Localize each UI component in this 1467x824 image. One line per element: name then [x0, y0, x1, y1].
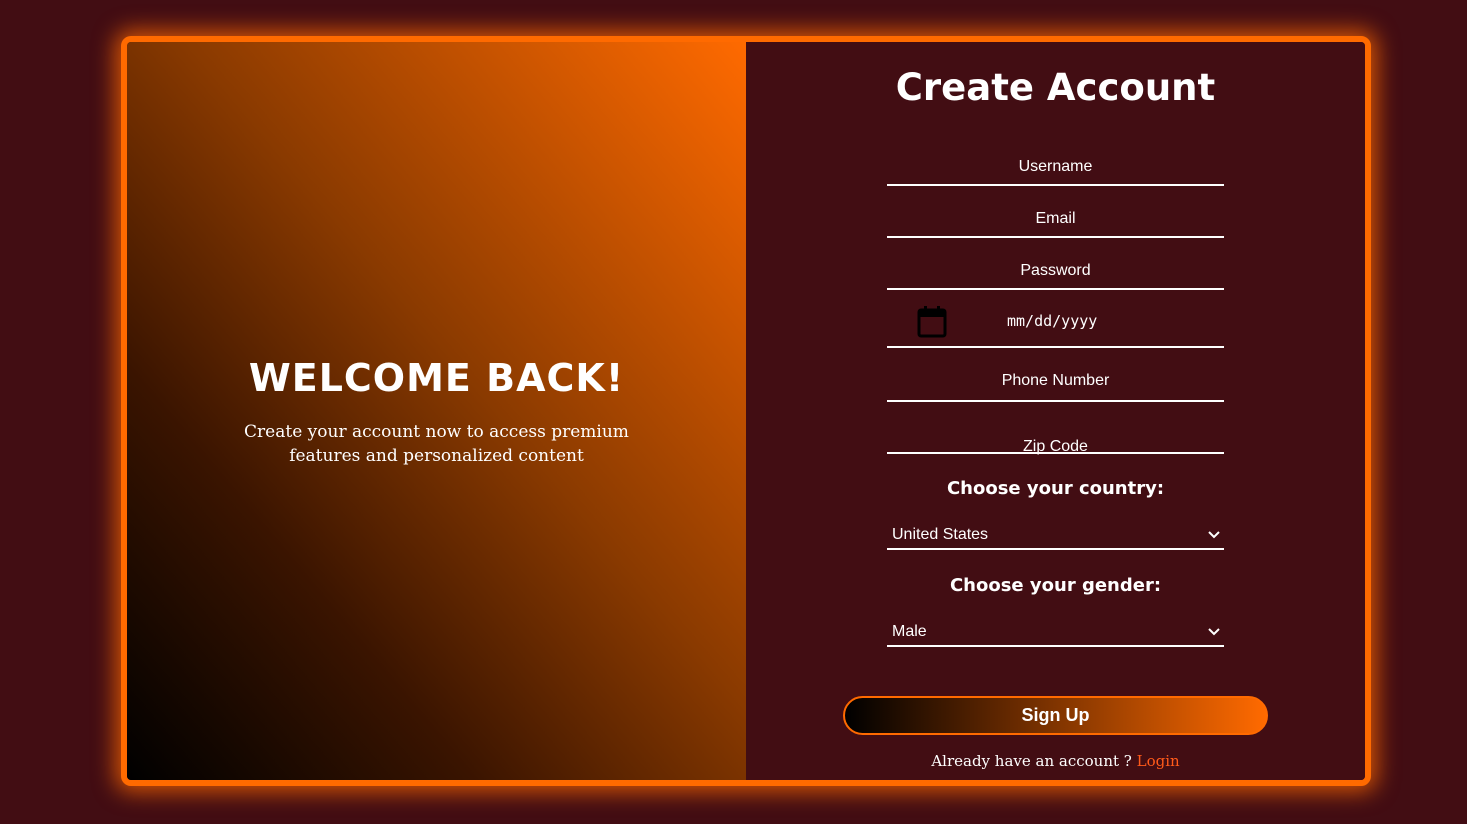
- login-prompt-text: Already have an account ?: [931, 752, 1132, 770]
- zip-input[interactable]: [887, 418, 1224, 464]
- country-label: Choose your country:: [946, 478, 1165, 499]
- gender-select[interactable]: Male: [887, 621, 1224, 647]
- birthdate-input[interactable]: mm/dd/yyyy: [887, 296, 1224, 348]
- login-prompt: Already have an account ? Login: [746, 752, 1365, 770]
- signup-button[interactable]: Sign Up: [843, 696, 1268, 735]
- chevron-down-icon: [1208, 531, 1220, 539]
- form-title: Create Account: [895, 66, 1216, 109]
- birthdate-placeholder: mm/dd/yyyy: [1007, 312, 1098, 330]
- password-input[interactable]: [887, 254, 1224, 288]
- username-input[interactable]: [887, 150, 1224, 184]
- zip-field: [887, 418, 1224, 464]
- welcome-panel: WELCOME BACK! Create your account now to…: [127, 42, 746, 780]
- username-field: [887, 150, 1224, 186]
- country-select-value: United States: [892, 526, 989, 543]
- email-field: [887, 202, 1224, 238]
- gender-select-value: Male: [892, 623, 927, 640]
- signup-card: WELCOME BACK! Create your account now to…: [121, 36, 1371, 786]
- form-panel: Create Account mm/dd/yyyy Choose your: [746, 42, 1365, 780]
- gender-label: Choose your gender:: [949, 575, 1162, 596]
- calendar-icon[interactable]: [917, 306, 947, 338]
- email-input[interactable]: [887, 202, 1224, 236]
- phone-field: [887, 362, 1224, 402]
- country-select[interactable]: United States: [887, 524, 1224, 550]
- phone-input[interactable]: [887, 362, 1224, 400]
- password-field: [887, 254, 1224, 290]
- chevron-down-icon: [1208, 628, 1220, 636]
- welcome-subtitle: Create your account now to access premiu…: [244, 422, 629, 466]
- welcome-title: WELCOME BACK!: [248, 356, 625, 400]
- login-link[interactable]: Login: [1137, 752, 1180, 770]
